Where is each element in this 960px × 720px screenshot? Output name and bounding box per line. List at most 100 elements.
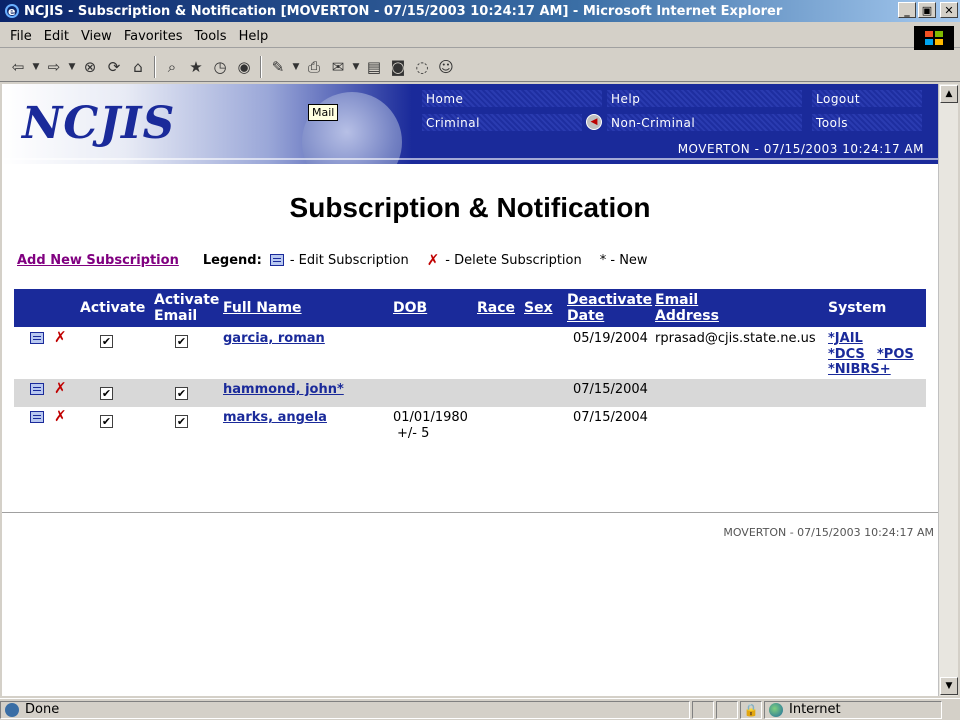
delete-row-icon[interactable]: ✗ bbox=[54, 379, 67, 397]
internet-globe-icon bbox=[769, 702, 783, 717]
menu-tools[interactable]: Tools bbox=[195, 29, 227, 44]
mail-dropdown-icon[interactable]: ▼ bbox=[350, 56, 362, 78]
back-icon[interactable]: ⇦ bbox=[6, 56, 30, 78]
header-email-2[interactable]: Address bbox=[655, 308, 719, 324]
status-zone-text: Internet bbox=[789, 702, 841, 717]
delete-icon: ✗ bbox=[426, 251, 440, 269]
system-jail-link[interactable]: *JAIL bbox=[828, 331, 863, 347]
ncjis-logo: NCJIS bbox=[22, 98, 176, 149]
page-viewport: NCJIS Mail Home Help Logout Criminal ◀ N… bbox=[2, 84, 938, 696]
page-title: Subscription & Notification bbox=[289, 192, 651, 223]
page-done-icon bbox=[5, 702, 19, 717]
status-pane bbox=[716, 700, 738, 719]
back-dropdown-icon[interactable]: ▼ bbox=[30, 56, 42, 78]
edit-row-icon[interactable] bbox=[30, 383, 44, 395]
stop-icon[interactable]: ⊗ bbox=[78, 56, 102, 78]
window-title-bar[interactable]: e NCJIS - Subscription & Notification [M… bbox=[0, 0, 960, 22]
header-dob[interactable]: DOB bbox=[393, 300, 427, 316]
activate-email-checkbox[interactable]: ✔ bbox=[175, 335, 188, 348]
deactivate-date: 07/15/2004 bbox=[573, 410, 648, 425]
toolbar: ⇦ ▼ ⇨ ▼ ⊗ ⟳ ⌂ ⌕ ★ ◷ ◉ ✎ ▼ ⎙ ✉ ▼ ▤ ◙ ◌ ☺ bbox=[0, 52, 960, 82]
footer-divider bbox=[2, 512, 938, 513]
header-email-1[interactable]: Email bbox=[655, 292, 698, 308]
chat-icon[interactable]: ◌ bbox=[410, 56, 434, 78]
menu-favorites[interactable]: Favorites bbox=[124, 29, 183, 44]
banner-user-info: MOVERTON - 07/15/2003 10:24:17 AM bbox=[677, 142, 924, 156]
nav-logout[interactable]: Logout bbox=[812, 90, 922, 107]
scroll-up-icon[interactable]: ▲ bbox=[940, 85, 958, 103]
minimize-button[interactable]: _ bbox=[898, 2, 916, 18]
menu-bar: File Edit View Favorites Tools Help bbox=[0, 26, 960, 50]
home-icon[interactable]: ⌂ bbox=[126, 56, 150, 78]
subscription-table: Activate Activate Email Full Name DOB Ra… bbox=[14, 289, 926, 447]
nav-arrow-left-icon[interactable]: ◀ bbox=[586, 114, 602, 130]
full-name-link[interactable]: marks, angela bbox=[223, 410, 327, 425]
activate-email-checkbox[interactable]: ✔ bbox=[175, 415, 188, 428]
maximize-button[interactable]: ▣ bbox=[918, 2, 936, 18]
menu-edit[interactable]: Edit bbox=[44, 29, 69, 44]
email-address: rprasad@cjis.state.ne.us bbox=[655, 331, 816, 346]
scroll-down-icon[interactable]: ▼ bbox=[940, 677, 958, 695]
nav-help[interactable]: Help bbox=[607, 90, 802, 107]
legend-edit-text: - Edit Subscription bbox=[289, 252, 409, 268]
mail-icon[interactable]: ✉ bbox=[326, 56, 350, 78]
print-icon[interactable]: ⎙ bbox=[302, 56, 326, 78]
dob-value: 01/01/1980 bbox=[393, 410, 468, 425]
legend-new: * - New bbox=[599, 252, 648, 268]
lock-icon: 🔒 bbox=[743, 702, 759, 717]
delete-row-icon[interactable]: ✗ bbox=[54, 407, 67, 425]
nav-home[interactable]: Home bbox=[422, 90, 602, 107]
edit-page-icon[interactable]: ✎ bbox=[266, 56, 290, 78]
discuss-icon[interactable]: ▤ bbox=[362, 56, 386, 78]
full-name-link[interactable]: garcia, roman bbox=[223, 331, 325, 346]
system-dcs-link[interactable]: *DCS bbox=[828, 347, 865, 363]
history-icon[interactable]: ◷ bbox=[208, 56, 232, 78]
header-deactivate-2[interactable]: Date bbox=[567, 308, 604, 324]
vertical-scrollbar[interactable]: ▲ ▼ bbox=[938, 84, 958, 696]
close-button[interactable]: ✕ bbox=[940, 2, 958, 18]
dob-range: +/- 5 bbox=[397, 426, 430, 441]
legend-delete: ✗ - Delete Subscription bbox=[427, 251, 582, 269]
menu-view[interactable]: View bbox=[81, 29, 112, 44]
favorites-icon[interactable]: ★ bbox=[184, 56, 208, 78]
menu-help[interactable]: Help bbox=[239, 29, 269, 44]
status-pane bbox=[692, 700, 714, 719]
header-sex[interactable]: Sex bbox=[524, 300, 553, 316]
status-bar: Done 🔒 Internet bbox=[0, 698, 960, 720]
header-activate-email-2: Email bbox=[154, 308, 198, 324]
activate-email-checkbox[interactable]: ✔ bbox=[175, 387, 188, 400]
legend-edit: - Edit Subscription bbox=[269, 252, 409, 268]
edit-row-icon[interactable] bbox=[30, 332, 44, 344]
header-race[interactable]: Race bbox=[477, 300, 515, 316]
forward-icon[interactable]: ⇨ bbox=[42, 56, 66, 78]
header-full-name[interactable]: Full Name bbox=[223, 300, 302, 316]
system-nibrs-link[interactable]: *NIBRS+ bbox=[828, 362, 891, 378]
refresh-icon[interactable]: ⟳ bbox=[102, 56, 126, 78]
table-header: Activate Activate Email Full Name DOB Ra… bbox=[14, 289, 926, 327]
header-deactivate-1[interactable]: Deactivate bbox=[567, 292, 652, 308]
messenger-icon[interactable]: ◙ bbox=[386, 56, 410, 78]
delete-row-icon[interactable]: ✗ bbox=[54, 328, 67, 346]
nav-noncriminal[interactable]: Non-Criminal bbox=[607, 114, 802, 131]
site-banner: NCJIS Mail Home Help Logout Criminal ◀ N… bbox=[2, 84, 938, 164]
menu-file[interactable]: File bbox=[10, 29, 32, 44]
system-pos-link[interactable]: *POS bbox=[877, 347, 914, 363]
add-subscription-link[interactable]: Add New Subscription bbox=[17, 253, 179, 268]
edit-row-icon[interactable] bbox=[30, 411, 44, 423]
user-icon[interactable]: ☺ bbox=[434, 56, 458, 78]
windows-logo-icon bbox=[914, 26, 954, 50]
activate-checkbox[interactable]: ✔ bbox=[100, 335, 113, 348]
forward-dropdown-icon[interactable]: ▼ bbox=[66, 56, 78, 78]
deactivate-date: 05/19/2004 bbox=[573, 331, 648, 346]
activate-checkbox[interactable]: ✔ bbox=[100, 387, 113, 400]
header-activate-email-1: Activate bbox=[154, 292, 220, 308]
full-name-link[interactable]: hammond, john* bbox=[223, 382, 344, 397]
ie-logo-icon: e bbox=[5, 4, 19, 18]
activate-checkbox[interactable]: ✔ bbox=[100, 415, 113, 428]
nav-criminal[interactable]: Criminal bbox=[422, 114, 582, 131]
nav-tools[interactable]: Tools bbox=[812, 114, 922, 131]
table-row: ✗ ✔ ✔ hammond, john* 07/15/2004 bbox=[14, 379, 926, 407]
search-icon[interactable]: ⌕ bbox=[160, 56, 184, 78]
media-icon[interactable]: ◉ bbox=[232, 56, 256, 78]
edit-dropdown-icon[interactable]: ▼ bbox=[290, 56, 302, 78]
